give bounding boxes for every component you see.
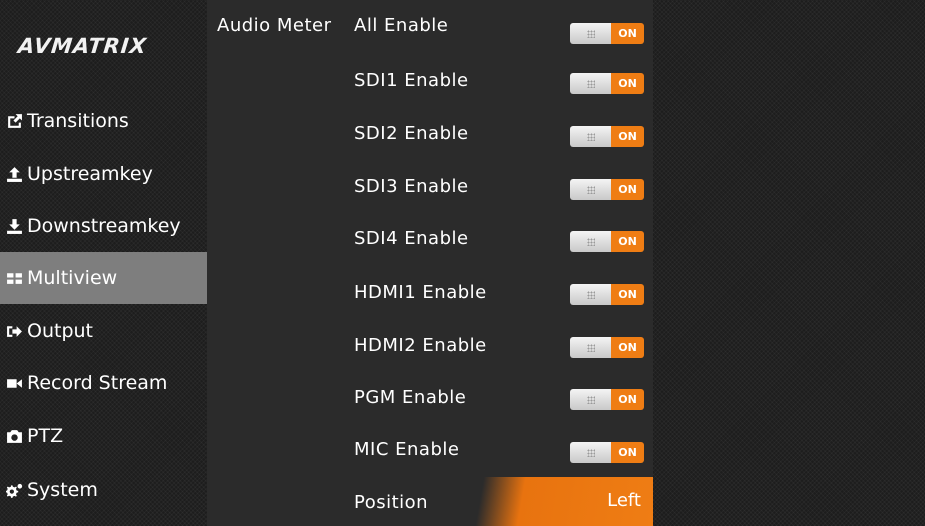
grip-icon	[586, 132, 595, 141]
row-label-all-enable: All Enable	[354, 15, 449, 36]
toggle-off-track	[570, 389, 611, 410]
grip-icon	[586, 185, 595, 194]
grip-icon	[586, 290, 595, 299]
sidebar-item-label: Output	[27, 320, 93, 342]
row-label-hdmi2-enable: HDMI2 Enable	[354, 335, 487, 356]
toggle-off-track	[570, 23, 611, 44]
download-icon	[4, 216, 24, 236]
grid-icon	[4, 268, 24, 288]
row-label-sdi2-enable: SDI2 Enable	[354, 123, 469, 144]
sidebar: AVMATRIX Transitions Upstreamkey Downstr…	[0, 0, 207, 526]
all-enable-toggle[interactable]: ON	[570, 23, 644, 44]
sidebar-item-transitions[interactable]: Transitions	[0, 95, 207, 147]
brand-logo: AVMATRIX	[16, 34, 149, 58]
toggle-on-label: ON	[611, 126, 644, 147]
grip-icon	[586, 395, 595, 404]
sidebar-item-label: System	[27, 479, 98, 501]
toggle-off-track	[570, 337, 611, 358]
sidebar-item-label: PTZ	[27, 425, 64, 447]
toggle-on-label: ON	[611, 337, 644, 358]
sdi1-enable-toggle[interactable]: ON	[570, 73, 644, 94]
sidebar-item-record-stream[interactable]: Record Stream	[0, 357, 207, 409]
row-label-pgm-enable: PGM Enable	[354, 387, 467, 408]
video-camera-icon	[4, 373, 24, 393]
toggle-off-track	[570, 284, 611, 305]
sidebar-item-label: Downstreamkey	[27, 215, 181, 237]
toggle-on-label: ON	[611, 442, 644, 463]
audio-meter-panel: Audio Meter All Enable ON SDI1 Enable ON…	[207, 0, 653, 526]
sdi4-enable-toggle[interactable]: ON	[570, 231, 644, 252]
sidebar-item-downstreamkey[interactable]: Downstreamkey	[0, 200, 207, 252]
gears-icon	[4, 480, 24, 500]
row-label-sdi4-enable: SDI4 Enable	[354, 228, 469, 249]
sidebar-item-label: Transitions	[27, 110, 129, 132]
section-label: Audio Meter	[217, 15, 332, 36]
grip-icon	[586, 448, 595, 457]
sidebar-item-label: Multiview	[27, 267, 118, 289]
toggle-off-track	[570, 231, 611, 252]
sidebar-item-system[interactable]: System	[0, 464, 207, 516]
row-label-sdi3-enable: SDI3 Enable	[354, 176, 469, 197]
sdi3-enable-toggle[interactable]: ON	[570, 179, 644, 200]
row-label-sdi1-enable: SDI1 Enable	[354, 70, 469, 91]
grip-icon	[586, 79, 595, 88]
sidebar-item-upstreamkey[interactable]: Upstreamkey	[0, 148, 207, 200]
toggle-on-label: ON	[611, 179, 644, 200]
toggle-on-label: ON	[611, 284, 644, 305]
share-square-icon	[4, 111, 24, 131]
grip-icon	[586, 343, 595, 352]
row-label-mic-enable: MIC Enable	[354, 439, 460, 460]
row-label-hdmi1-enable: HDMI1 Enable	[354, 282, 487, 303]
hdmi1-enable-toggle[interactable]: ON	[570, 284, 644, 305]
hdmi2-enable-toggle[interactable]: ON	[570, 337, 644, 358]
position-value: Left	[607, 490, 641, 511]
sidebar-item-label: Upstreamkey	[27, 163, 153, 185]
grip-icon	[586, 29, 595, 38]
toggle-on-label: ON	[611, 389, 644, 410]
toggle-on-label: ON	[611, 23, 644, 44]
toggle-on-label: ON	[611, 73, 644, 94]
sidebar-item-ptz[interactable]: PTZ	[0, 410, 207, 462]
position-selector[interactable]: Left	[415, 477, 653, 526]
mic-enable-toggle[interactable]: ON	[570, 442, 644, 463]
sign-out-icon	[4, 321, 24, 341]
sidebar-item-multiview[interactable]: Multiview	[0, 252, 207, 304]
camera-icon	[4, 426, 24, 446]
toggle-off-track	[570, 126, 611, 147]
pgm-enable-toggle[interactable]: ON	[570, 389, 644, 410]
toggle-off-track	[570, 179, 611, 200]
sdi2-enable-toggle[interactable]: ON	[570, 126, 644, 147]
grip-icon	[586, 237, 595, 246]
sidebar-item-output[interactable]: Output	[0, 305, 207, 357]
toggle-off-track	[570, 73, 611, 94]
sidebar-item-label: Record Stream	[27, 372, 168, 394]
toggle-on-label: ON	[611, 231, 644, 252]
toggle-off-track	[570, 442, 611, 463]
upload-icon	[4, 164, 24, 184]
